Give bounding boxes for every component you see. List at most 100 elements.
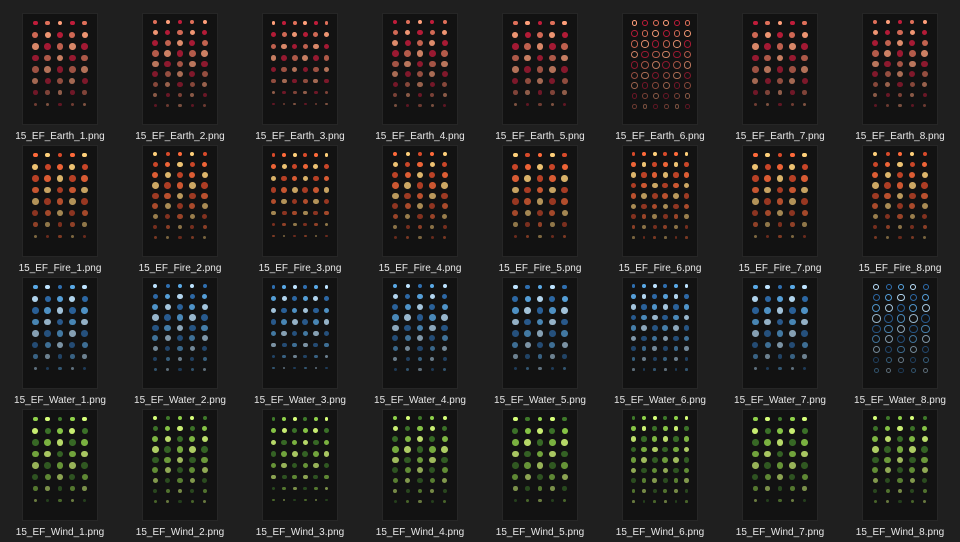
sprite-frame [631, 152, 636, 157]
thumbnail[interactable] [143, 410, 217, 520]
file-tile[interactable]: 15_EF_Water_8.png [840, 278, 960, 410]
file-tile[interactable]: 15_EF_Wind_4.png [360, 410, 480, 542]
sprite-frame [44, 66, 51, 73]
file-tile[interactable]: 15_EF_Water_7.png [720, 278, 840, 410]
sprite-frame [684, 152, 689, 157]
thumbnail[interactable] [23, 278, 97, 388]
thumbnail[interactable] [743, 14, 817, 124]
sprite-frame [417, 488, 423, 494]
file-tile[interactable]: 15_EF_Wind_8.png [840, 410, 960, 542]
sprite-frame [271, 354, 276, 359]
sprite-frame [81, 163, 88, 170]
file-tile[interactable]: 15_EF_Earth_8.png [840, 14, 960, 146]
sprite-frame [430, 20, 435, 25]
thumbnail[interactable] [23, 410, 97, 520]
sprite-frame [177, 29, 183, 36]
thumbnail[interactable] [23, 146, 97, 256]
sprite-frame [428, 182, 436, 189]
thumbnail[interactable] [143, 146, 217, 256]
thumbnail[interactable] [143, 278, 217, 388]
file-tile[interactable]: 15_EF_Fire_5.png [480, 146, 600, 278]
thumbnail[interactable] [623, 146, 697, 256]
sprite-frame [324, 21, 329, 26]
sprite-frame [631, 357, 636, 361]
sprite-frame [921, 467, 928, 474]
thumbnail[interactable] [863, 146, 937, 256]
thumbnail[interactable] [263, 278, 337, 388]
thumbnail[interactable] [263, 14, 337, 124]
file-tile[interactable]: 15_EF_Wind_5.png [480, 410, 600, 542]
sprite-frame [526, 234, 530, 238]
file-tile[interactable]: 15_EF_Wind_2.png [120, 410, 240, 542]
file-tile[interactable]: 15_EF_Wind_6.png [600, 410, 720, 542]
file-tile[interactable]: 15_EF_Water_3.png [240, 278, 360, 410]
thumbnail[interactable] [863, 278, 937, 388]
file-tile[interactable]: 15_EF_Water_2.png [120, 278, 240, 410]
file-tile[interactable]: 15_EF_Fire_1.png [0, 146, 120, 278]
sprite-frame [896, 171, 904, 179]
file-name: 15_EF_Fire_2.png [138, 263, 222, 274]
file-tile[interactable]: 15_EF_Water_6.png [600, 278, 720, 410]
thumbnail[interactable] [623, 14, 697, 124]
thumbnail[interactable] [503, 146, 577, 256]
sprite-frame [789, 295, 796, 302]
sprite-frame [653, 104, 658, 109]
file-tile[interactable]: 15_EF_Earth_4.png [360, 14, 480, 146]
file-tile[interactable]: 15_EF_Fire_2.png [120, 146, 240, 278]
thumbnail[interactable] [863, 410, 937, 520]
thumbnail[interactable] [263, 410, 337, 520]
file-tile[interactable]: 15_EF_Earth_6.png [600, 14, 720, 146]
sprite-frame [391, 60, 399, 68]
sprite-frame [631, 82, 638, 90]
sprite-frame [561, 78, 568, 84]
file-name: 15_EF_Earth_7.png [735, 131, 825, 142]
thumbnail[interactable] [623, 410, 697, 520]
file-tile[interactable]: 15_EF_Water_1.png [0, 278, 120, 410]
sprite-frame [442, 356, 447, 362]
sprite-frame [922, 92, 927, 98]
file-tile[interactable]: 15_EF_Fire_3.png [240, 146, 360, 278]
file-tile[interactable]: 15_EF_Fire_4.png [360, 146, 480, 278]
sprite-frame [921, 71, 928, 78]
thumbnail[interactable] [503, 14, 577, 124]
file-tile[interactable]: 15_EF_Earth_3.png [240, 14, 360, 146]
file-tile[interactable]: 15_EF_Fire_6.png [600, 146, 720, 278]
thumbnail[interactable] [503, 410, 577, 520]
sprite-frame [630, 50, 639, 59]
file-tile[interactable]: 15_EF_Earth_1.png [0, 14, 120, 146]
thumbnail[interactable] [743, 278, 817, 388]
thumbnail[interactable] [383, 278, 457, 388]
sprite-frame [189, 39, 196, 47]
thumbnail[interactable] [263, 146, 337, 256]
sprite-frame [674, 500, 678, 503]
sprite-frame [766, 498, 770, 502]
file-tile[interactable]: 15_EF_Water_5.png [480, 278, 600, 410]
file-tile[interactable]: 15_EF_Earth_2.png [120, 14, 240, 146]
file-tile[interactable]: 15_EF_Water_4.png [360, 278, 480, 410]
sprite-frame [563, 498, 567, 502]
thumbnail[interactable] [383, 410, 457, 520]
file-tile[interactable]: 15_EF_Earth_5.png [480, 14, 600, 146]
sprite-frame [442, 92, 447, 98]
thumbnail[interactable] [23, 14, 97, 124]
thumbnail[interactable] [503, 278, 577, 388]
thumbnail[interactable] [143, 14, 217, 124]
thumbnail[interactable] [743, 410, 817, 520]
file-tile[interactable]: 15_EF_Earth_7.png [720, 14, 840, 146]
sprite-frame [429, 161, 436, 168]
thumbnail[interactable] [623, 278, 697, 388]
file-tile[interactable]: 15_EF_Wind_3.png [240, 410, 360, 542]
sprite-frame [404, 425, 411, 432]
thumbnail[interactable] [383, 14, 457, 124]
sprite-frame [641, 71, 649, 79]
sprite-frame [764, 439, 771, 446]
thumbnail[interactable] [863, 14, 937, 124]
file-tile[interactable]: 15_EF_Fire_7.png [720, 146, 840, 278]
sprite-frame [789, 307, 796, 314]
file-tile[interactable]: 15_EF_Wind_7.png [720, 410, 840, 542]
file-tile[interactable]: 15_EF_Fire_8.png [840, 146, 960, 278]
thumbnail[interactable] [383, 146, 457, 256]
thumbnail[interactable] [743, 146, 817, 256]
file-tile[interactable]: 15_EF_Wind_1.png [0, 410, 120, 542]
sprite-frame [272, 498, 275, 502]
